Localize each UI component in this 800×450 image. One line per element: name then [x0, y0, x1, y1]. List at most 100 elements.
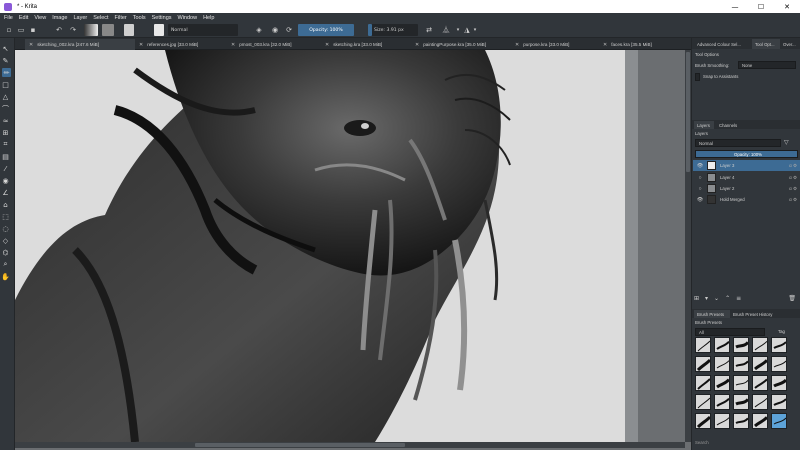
- brush-preset-item[interactable]: [771, 394, 787, 410]
- brush-preset-item[interactable]: [695, 413, 711, 429]
- delete-layer-icon[interactable]: 🗑: [788, 295, 796, 302]
- presets-filter-select[interactable]: All: [695, 328, 765, 336]
- menu-help[interactable]: Help: [203, 15, 214, 21]
- move-layer-down-icon[interactable]: ⌄: [714, 295, 719, 302]
- eye-hidden-icon[interactable]: ○: [696, 175, 704, 181]
- brush-preset-item[interactable]: [714, 356, 730, 372]
- brush-preset-item[interactable]: [752, 337, 768, 353]
- vertical-scroll-thumb[interactable]: [686, 52, 690, 172]
- gradient-selector[interactable]: [84, 24, 98, 36]
- canvas-area[interactable]: [15, 50, 691, 450]
- transform-tool-icon[interactable]: ⊞: [1, 128, 10, 137]
- rect-select-icon[interactable]: ⬚: [1, 212, 10, 221]
- close-tab-icon[interactable]: ✕: [415, 42, 419, 48]
- gradient-tool-icon[interactable]: ▤: [1, 152, 10, 161]
- close-tab-icon[interactable]: ✕: [325, 42, 329, 48]
- polygon-tool-icon[interactable]: △: [1, 92, 10, 101]
- menu-tools[interactable]: Tools: [133, 15, 146, 21]
- layer-flags-icon[interactable]: α ⚙: [789, 163, 797, 169]
- zoom-tool-icon[interactable]: ⌕: [1, 260, 10, 269]
- select-shapes-icon[interactable]: ↖: [1, 44, 10, 53]
- eye-hidden-icon[interactable]: ○: [696, 186, 704, 192]
- brush-preset-item[interactable]: [752, 413, 768, 429]
- menu-settings[interactable]: Settings: [152, 15, 172, 21]
- mirror-vertical-icon[interactable]: ◮: [462, 25, 472, 35]
- minimize-button[interactable]: —: [722, 0, 748, 13]
- brush-preset-item[interactable]: [733, 394, 749, 410]
- mirror-h-dropdown-icon[interactable]: ▾: [455, 25, 461, 35]
- blend-mode-select[interactable]: Normal: [168, 24, 238, 36]
- snap-checkbox[interactable]: [695, 73, 700, 81]
- brush-preset-button[interactable]: [154, 24, 164, 36]
- close-button[interactable]: ✕: [774, 0, 800, 13]
- undo-icon[interactable]: ↶: [54, 25, 64, 35]
- layer-row[interactable]: 👁 Hold Merged α ⚙: [693, 194, 800, 205]
- brush-preset-item[interactable]: [695, 356, 711, 372]
- tab-sketching[interactable]: ✕ sketching.kra [33.0 MiB]: [321, 39, 411, 50]
- tab-faces[interactable]: ✕ faces.kra [35.5 MiB]: [599, 39, 687, 50]
- save-icon[interactable]: ▪: [28, 25, 38, 35]
- menu-window[interactable]: Window: [178, 15, 198, 21]
- fill-tool-icon[interactable]: ◉: [1, 176, 10, 185]
- reference-tool-icon[interactable]: ⌂: [1, 200, 10, 209]
- layer-row[interactable]: ○ Layer 4 α ⚙: [693, 172, 800, 183]
- painting-canvas[interactable]: [15, 50, 638, 442]
- foreground-color-swatch[interactable]: [124, 24, 134, 36]
- brush-preset-item[interactable]: [771, 337, 787, 353]
- close-tab-icon[interactable]: ✕: [139, 42, 143, 48]
- layer-blend-select[interactable]: Normal: [695, 139, 781, 147]
- layer-opacity-slider[interactable]: Opacity: 100%: [695, 150, 798, 158]
- reload-preset-icon[interactable]: ⟳: [284, 25, 294, 35]
- assistant-tool-icon[interactable]: ∠: [1, 188, 10, 197]
- brush-smoothing-select[interactable]: None: [738, 61, 796, 69]
- crop-tool-icon[interactable]: ⌗: [1, 140, 10, 149]
- brush-preset-item[interactable]: [771, 356, 787, 372]
- layer-filter-icon[interactable]: ▽: [784, 139, 789, 146]
- horizontal-scroll-thumb[interactable]: [195, 443, 405, 447]
- brush-preset-item[interactable]: [771, 375, 787, 391]
- close-tab-icon[interactable]: ✕: [29, 42, 33, 48]
- rectangle-tool-icon[interactable]: □: [1, 80, 10, 89]
- menu-view[interactable]: View: [34, 15, 46, 21]
- calligraphy-icon[interactable]: ✎: [1, 56, 10, 65]
- tab-advanced-colour-selector[interactable]: Advanced Colour Sel...: [694, 39, 752, 49]
- brush-size-slider[interactable]: Size: 3.91 px: [368, 24, 418, 36]
- tab-painting-purpose[interactable]: ✕ paintingPurpose.kra [35.0 MiB]: [411, 39, 511, 50]
- preserve-alpha-icon[interactable]: ◉: [270, 25, 280, 35]
- tab-references[interactable]: ✕ references.jpg [33.0 MiB]: [135, 39, 227, 50]
- eye-icon[interactable]: 👁: [696, 197, 704, 203]
- brush-preset-item[interactable]: [733, 337, 749, 353]
- menu-edit[interactable]: Edit: [19, 15, 28, 21]
- redo-icon[interactable]: ↷: [68, 25, 78, 35]
- layer-flags-icon[interactable]: α ⚙: [789, 175, 797, 181]
- ellipse-select-icon[interactable]: ◌: [1, 224, 10, 233]
- menu-image[interactable]: Image: [52, 15, 67, 21]
- freehand-brush-icon[interactable]: ✏: [2, 68, 11, 77]
- brush-preset-item[interactable]: [714, 337, 730, 353]
- mirror-horizontal-icon[interactable]: ⏅: [440, 25, 452, 35]
- tab-layers[interactable]: Layers: [694, 121, 714, 129]
- horizontal-scrollbar[interactable]: [15, 442, 685, 448]
- tab-overview[interactable]: Over...: [780, 39, 800, 49]
- brush-preset-item[interactable]: [714, 375, 730, 391]
- pan-tool-icon[interactable]: ✋: [1, 272, 10, 281]
- add-layer-icon[interactable]: ⊞: [694, 295, 699, 302]
- tab-channels[interactable]: Channels: [716, 121, 740, 129]
- dynamic-brush-icon[interactable]: ≈: [1, 116, 10, 125]
- duplicate-layer-icon[interactable]: ▾: [705, 295, 708, 302]
- layer-flags-icon[interactable]: α ⚙: [789, 186, 797, 192]
- brush-preset-item[interactable]: [752, 394, 768, 410]
- similar-select-icon[interactable]: ⌬: [1, 248, 10, 257]
- bezier-tool-icon[interactable]: ⌒: [1, 104, 10, 113]
- pattern-selector[interactable]: [102, 24, 114, 36]
- tab-brush-presets[interactable]: Brush Presets: [694, 310, 730, 318]
- move-layer-up-icon[interactable]: ⌃: [725, 295, 730, 302]
- open-folder-icon[interactable]: ▭: [16, 25, 26, 35]
- eraser-mode-icon[interactable]: ◈: [254, 25, 264, 35]
- layer-flags-icon[interactable]: α ⚙: [789, 197, 797, 203]
- brush-preset-item[interactable]: [733, 375, 749, 391]
- brush-preset-item[interactable]: [695, 337, 711, 353]
- brush-preset-item[interactable]: [733, 356, 749, 372]
- close-tab-icon[interactable]: ✕: [515, 42, 519, 48]
- tab-sketching-002[interactable]: ✕ sketching_002.kra [247.6 MiB]: [25, 39, 135, 50]
